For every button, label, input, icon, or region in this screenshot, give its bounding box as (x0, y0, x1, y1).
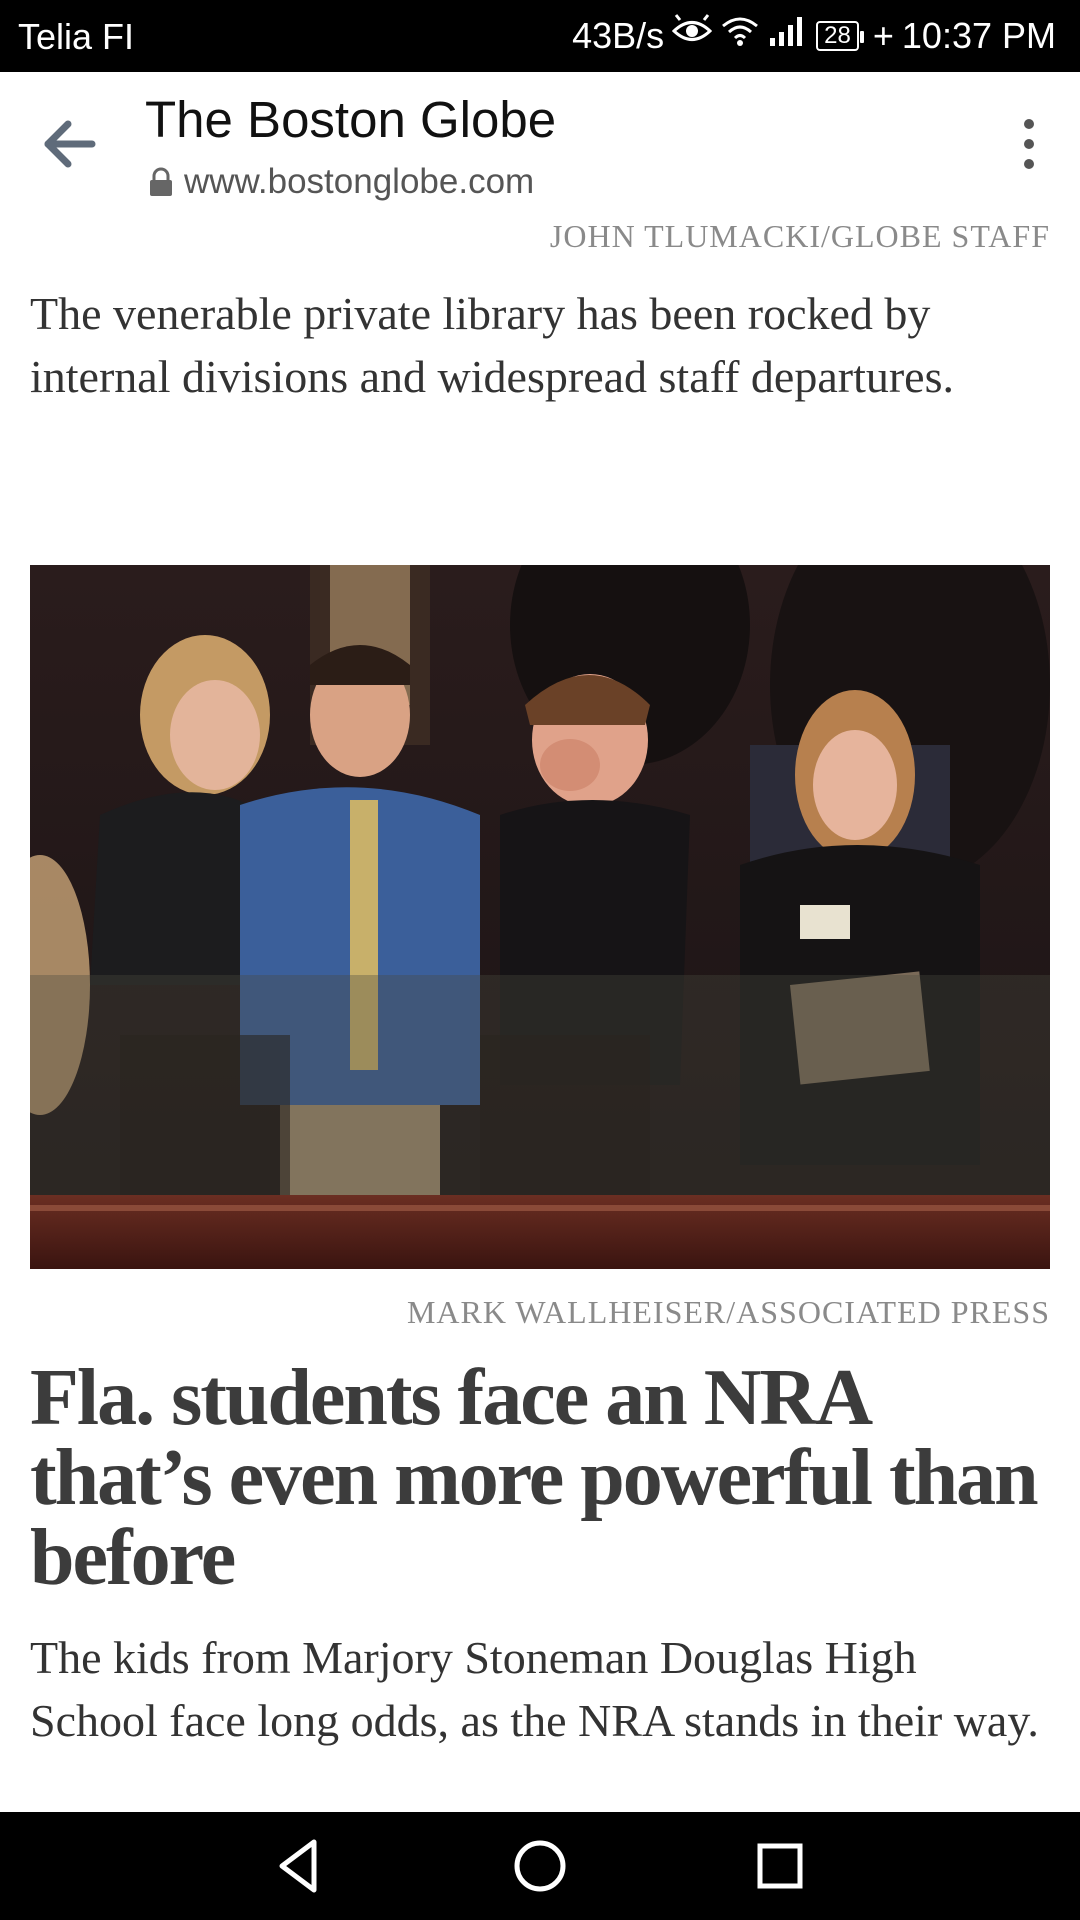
signal-icon (768, 14, 808, 57)
charging-icon: + (872, 14, 894, 56)
system-nav-bar (0, 1812, 1080, 1920)
nav-home-button[interactable] (508, 1834, 572, 1898)
square-recent-icon (757, 1843, 803, 1889)
photo-illustration (30, 565, 1050, 1269)
back-button[interactable] (40, 114, 100, 174)
photo-credit: JOHN TLUMACKI/GLOBE STAFF (549, 218, 1050, 254)
url-text: www.bostonglobe.com (184, 162, 535, 201)
status-bar: Telia FI 43B/s 28 + 10:37 PM (0, 0, 1080, 72)
photo-credit: MARK WALLHEISER/ASSOCIATED PRESS (406, 1294, 1050, 1330)
wifi-icon (720, 14, 760, 57)
battery-icon: 28 (816, 20, 864, 51)
arrow-left-icon (44, 120, 96, 168)
nav-back-button[interactable] (268, 1834, 332, 1898)
url-display[interactable]: www.bostonglobe.com (148, 162, 534, 202)
article-headline[interactable]: Fla. students face an NRA that’s even mo… (30, 1358, 1050, 1598)
article-list[interactable]: JOHN TLUMACKI/GLOBE STAFF The venerable … (0, 218, 1080, 1812)
more-vert-icon (1024, 119, 1034, 169)
browser-header: The Boston Globe www.bostonglobe.com (0, 72, 1080, 220)
status-icons: 43B/s 28 + 10:37 PM (572, 14, 1056, 57)
circle-home-icon (514, 1840, 566, 1892)
triangle-back-icon (279, 1839, 317, 1893)
nav-recent-button[interactable] (748, 1834, 812, 1898)
carrier-name: Telia FI (18, 16, 135, 57)
data-speed: 43B/s (572, 14, 665, 56)
article-photo[interactable] (30, 565, 1050, 1269)
eye-icon (671, 14, 713, 57)
article-summary[interactable]: The venerable private library has been r… (30, 282, 1050, 408)
article-summary[interactable]: The kids from Marjory Stoneman Douglas H… (30, 1626, 1050, 1752)
clock: 10:37 PM (901, 14, 1056, 56)
overflow-menu-button[interactable] (1014, 112, 1044, 176)
lock-icon (150, 167, 172, 196)
page-title: The Boston Globe (145, 91, 557, 148)
